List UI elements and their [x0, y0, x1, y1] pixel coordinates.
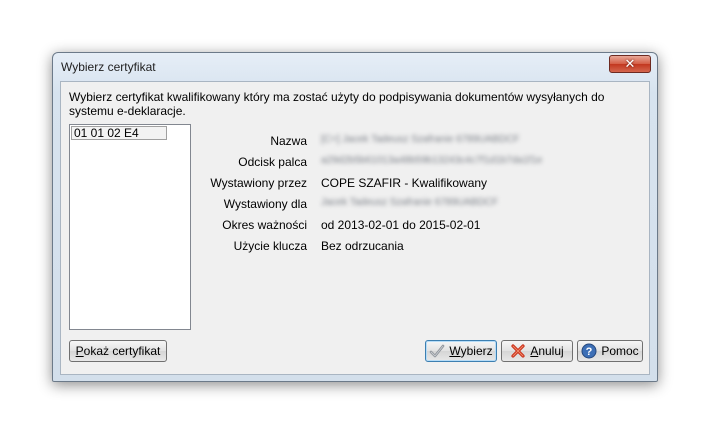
svg-text:?: ?	[586, 346, 593, 358]
detail-row-validity: Okres ważności od 2013-02-01 do 2015-02-…	[201, 218, 641, 239]
select-label: Wybierz	[449, 344, 493, 358]
title-bar: Wybierz certyfikat ✕	[53, 53, 657, 81]
detail-label-subject: Wystawiony dla	[223, 197, 307, 211]
detail-row-key-usage: Użycie klucza Bez odrzucania	[201, 239, 641, 260]
show-certificate-button[interactable]: Pokaż certyfikat	[69, 340, 167, 362]
detail-label-issuer: Wystawiony przez	[210, 176, 307, 190]
certificate-list-item[interactable]: 01 01 02 E4	[71, 126, 167, 140]
cancel-x-icon	[511, 344, 525, 358]
detail-value-name: [C=] Jacek Tadeusz Szafranie 6789UABDCF	[321, 134, 520, 145]
detail-row-name: Nazwa [C=] Jacek Tadeusz Szafranie 6789U…	[201, 134, 641, 155]
help-label: Pomoc	[601, 344, 639, 358]
detail-row-issuer: Wystawiony przez COPE SZAFIR - Kwalifiko…	[201, 176, 641, 197]
select-button[interactable]: Wybierz	[425, 340, 497, 362]
detail-value-issuer: COPE SZAFIR - Kwalifikowany	[321, 176, 488, 190]
cancel-button[interactable]: Anuluj	[501, 340, 573, 362]
help-button[interactable]: ? Pomoc	[577, 340, 643, 362]
dialog-content: Wybierz certyfikat kwalifikowany który m…	[60, 81, 650, 375]
detail-label-name: Nazwa	[270, 134, 307, 148]
help-icon: ?	[581, 343, 597, 359]
detail-value-subject: Jacek Tadeusz Szafranie 6789UABDCF	[321, 197, 499, 208]
detail-label-validity: Okres ważności	[222, 218, 307, 232]
detail-label-fingerprint: Odcisk palca	[238, 155, 307, 169]
detail-value-validity: od 2013-02-01 do 2015-02-01	[321, 218, 481, 232]
instruction-text: Wybierz certyfikat kwalifikowany który m…	[69, 90, 605, 118]
detail-value-fingerprint: a29d2b5b61013a48b59b13243c4c7f1d1b7da1f1…	[321, 155, 543, 166]
certificate-list[interactable]: 01 01 02 E4	[69, 124, 191, 330]
detail-value-key-usage: Bez odrzucania	[321, 239, 404, 253]
cancel-label: Anuluj	[530, 344, 564, 358]
close-icon: ✕	[624, 56, 636, 71]
show-certificate-label: Pokaż certyfikat	[75, 344, 161, 358]
check-icon	[430, 344, 445, 358]
detail-row-subject: Wystawiony dla Jacek Tadeusz Szafranie 6…	[201, 197, 641, 218]
certificate-details: Nazwa [C=] Jacek Tadeusz Szafranie 6789U…	[201, 134, 641, 260]
close-button[interactable]: ✕	[609, 55, 651, 73]
detail-row-fingerprint: Odcisk palca a29d2b5b61013a48b59b13243c4…	[201, 155, 641, 176]
window-title: Wybierz certyfikat	[61, 60, 156, 74]
detail-label-key-usage: Użycie klucza	[233, 239, 307, 253]
certificate-dialog: Wybierz certyfikat ✕ Wybierz certyfikat …	[52, 52, 658, 382]
